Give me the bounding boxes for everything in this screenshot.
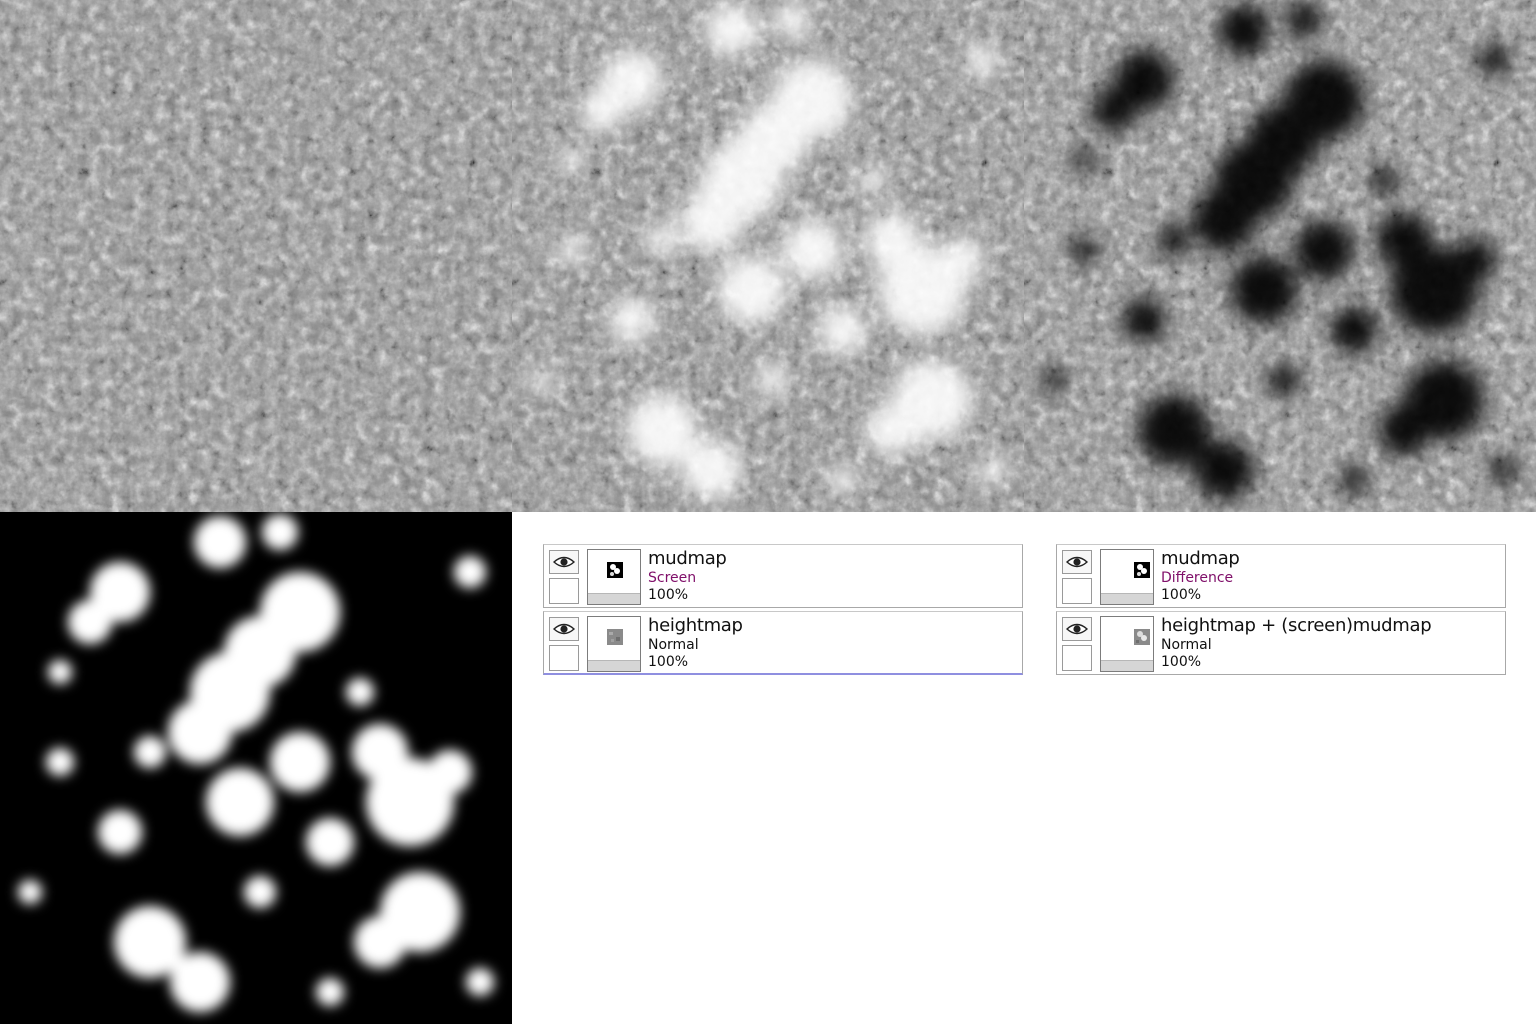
mudmap-thumbnail-icon	[1134, 562, 1150, 578]
layer-blend-mode: Screen	[648, 570, 697, 586]
layer-name: mudmap	[1161, 548, 1240, 569]
visibility-toggle[interactable]	[1062, 617, 1092, 641]
link-toggle[interactable]	[1062, 578, 1092, 604]
layer-blend-mode: Normal	[648, 637, 699, 653]
layers-panel-screen: mudmap Screen 100% heightmap Normal 100%	[543, 544, 1023, 680]
heightmap-thumbnail-icon	[607, 629, 623, 645]
layer-thumbnail	[587, 549, 641, 605]
heightmap-screen-mudmap-tile	[512, 0, 1024, 512]
mudmap-tile	[0, 512, 512, 1024]
mudmap-texture	[0, 512, 512, 1024]
visibility-toggle[interactable]	[549, 550, 579, 574]
layer-row-mudmap[interactable]: mudmap Screen 100%	[543, 544, 1023, 608]
heightmap-screen-texture	[512, 0, 1024, 512]
layers-panel-difference: mudmap Difference 100% heightmap + (scre…	[1056, 544, 1506, 680]
layer-row-mudmap[interactable]: mudmap Difference 100%	[1056, 544, 1506, 608]
heightmap-texture	[0, 0, 512, 512]
mudmap-thumbnail-icon	[607, 562, 623, 578]
layer-opacity: 100%	[1161, 654, 1202, 670]
visibility-toggle[interactable]	[1062, 550, 1092, 574]
layer-thumbnail	[587, 616, 641, 672]
layer-blend-mode: Difference	[1161, 570, 1234, 586]
layer-thumbnail	[1100, 549, 1154, 605]
eye-icon	[553, 556, 575, 568]
layer-row-heightmap[interactable]: heightmap Normal 100%	[543, 611, 1023, 675]
layer-opacity: 100%	[1161, 587, 1202, 603]
link-toggle[interactable]	[549, 578, 579, 604]
layer-name: mudmap	[648, 548, 727, 569]
layer-thumbnail	[1100, 616, 1154, 672]
eye-icon	[553, 623, 575, 635]
layer-opacity: 100%	[648, 654, 689, 670]
heightmap-texture-tile	[0, 0, 512, 512]
heightmap-difference-texture	[1024, 0, 1536, 512]
link-toggle[interactable]	[549, 645, 579, 671]
layer-name: heightmap	[648, 615, 743, 636]
layer-row-heightmap-screen-mudmap[interactable]: heightmap + (screen)mudmap Normal 100%	[1056, 611, 1506, 675]
visibility-toggle[interactable]	[549, 617, 579, 641]
combined-thumbnail-icon	[1134, 629, 1150, 645]
layer-blend-mode: Normal	[1161, 637, 1212, 653]
eye-icon	[1066, 623, 1088, 635]
link-toggle[interactable]	[1062, 645, 1092, 671]
eye-icon	[1066, 556, 1088, 568]
layer-opacity: 100%	[648, 587, 689, 603]
heightmap-difference-mudmap-tile	[1024, 0, 1536, 512]
layer-name: heightmap + (screen)mudmap	[1161, 615, 1432, 636]
